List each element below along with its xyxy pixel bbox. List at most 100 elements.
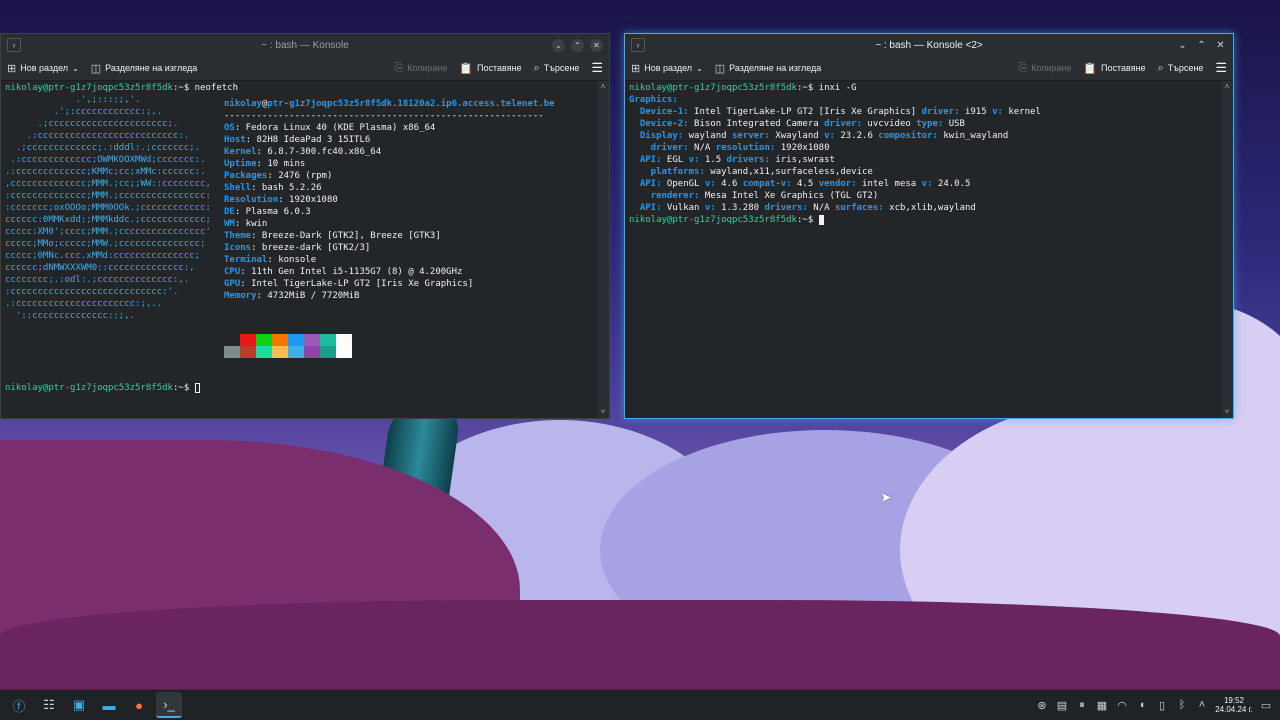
minimize-icon[interactable]: ⌄ bbox=[1176, 39, 1189, 52]
split-view-button[interactable]: ◫ Разделяне на изгледа bbox=[709, 62, 828, 75]
scroll-up-icon[interactable]: ˄ bbox=[1221, 81, 1233, 93]
konsole-window-1[interactable]: › ~ : bash — Konsole ⌄ ⌃ ✕ ⊞ Нов раздел ⌄ … bbox=[0, 33, 610, 419]
prompt-user: nikolay@ptr-g1z7joqpc53z5r8f5dk bbox=[5, 383, 173, 393]
neofetch-logo: :cccccccccccccccccccccccccccc:'. bbox=[5, 287, 201, 297]
digital-clock[interactable]: 19:52 24.04.24 г. bbox=[1214, 696, 1254, 714]
terminal-line: ccccc:XM0';cccc;MMM.;cccccccccccccccc' Th… bbox=[5, 226, 593, 241]
show-desktop-icon[interactable]: ▭ bbox=[1258, 699, 1274, 712]
network-wifi-icon[interactable]: ◠ bbox=[1114, 699, 1130, 712]
inxi-key: API: bbox=[629, 155, 662, 165]
paste-button[interactable]: 📋 Поставяне bbox=[453, 62, 527, 75]
steam-icon[interactable]: ⊛ bbox=[1034, 699, 1050, 712]
color-swatch bbox=[336, 334, 352, 346]
inxi-value: iris,swrast bbox=[769, 155, 835, 165]
search-button[interactable]: ⌕ Търсене bbox=[1152, 62, 1210, 75]
terminal-line: API: EGL v: 1.5 drivers: iris,swrast bbox=[629, 154, 1217, 166]
new-tab-icon: ⊞ bbox=[7, 62, 17, 75]
chevron-down-icon: ⌄ bbox=[696, 63, 703, 73]
minimize-icon[interactable]: ⌄ bbox=[552, 38, 565, 52]
search-icon: ⌕ bbox=[533, 61, 540, 74]
search-button[interactable]: ⌕ Търсене bbox=[528, 62, 586, 75]
inxi-value: USB bbox=[943, 119, 965, 129]
terminal-line: API: OpenGL v: 4.6 compat-v: 4.5 vendor:… bbox=[629, 178, 1217, 190]
inxi-key: drivers: bbox=[764, 203, 808, 213]
neofetch-logo: .;ccccccccccccc;.:dddl:.;ccccccc;. bbox=[5, 143, 201, 153]
inxi-value: EGL bbox=[661, 155, 689, 165]
copy-button[interactable]: ⎘ Копиране bbox=[388, 62, 453, 75]
terminal-output[interactable]: nikolay@ptr-g1z7joqpc53z5r8f5dk:~$ neofe… bbox=[1, 81, 597, 418]
maximize-icon[interactable]: ⌃ bbox=[571, 38, 584, 52]
color-swatch bbox=[256, 334, 272, 346]
discover-icon[interactable]: ▣ bbox=[66, 692, 92, 718]
inxi-key: driver: bbox=[629, 143, 689, 153]
inxi-value: Mesa Intel Xe Graphics (TGL GT2) bbox=[699, 191, 879, 201]
keyboard-layout-flag-icon[interactable]: ▦ bbox=[1094, 699, 1110, 712]
maximize-icon[interactable]: ⌃ bbox=[1195, 39, 1208, 52]
inxi-key: renderer: bbox=[629, 191, 700, 201]
info-value: : 4732MiB / 7720MiB bbox=[256, 291, 360, 301]
inxi-value: OpenGL bbox=[661, 179, 705, 189]
window-titlebar[interactable]: › ~ : bash — Konsole ⌄ ⌃ ✕ bbox=[1, 34, 609, 56]
bluetooth-icon[interactable]: ᛒ bbox=[1174, 699, 1190, 711]
inxi-value: 1920x1080 bbox=[775, 143, 830, 153]
terminal-line: :ccccccc;oxOOOo;MMM0OOk.;cccccccccccc: DE… bbox=[5, 202, 593, 217]
color-swatch bbox=[336, 346, 352, 358]
scrollbar[interactable]: ˄ ˅ bbox=[597, 81, 609, 418]
volume-icon[interactable]: ◖ bbox=[1134, 699, 1150, 711]
scrollbar[interactable]: ˄ ˅ bbox=[1221, 81, 1233, 418]
konsole-window-2[interactable]: › ~ : bash — Konsole <2> ⌄ ⌃ ✕ ⊞ Нов разд… bbox=[624, 33, 1234, 419]
terminal-line: :cccccccccccccccccccccccccccc:'. Memory:… bbox=[5, 286, 593, 301]
wallpaper-ground bbox=[0, 440, 520, 690]
copy-icon: ⎘ bbox=[394, 61, 404, 74]
inxi-value: Vulkan bbox=[661, 203, 705, 213]
window-title: ~ : bash — Konsole <2> bbox=[875, 39, 983, 51]
new-tab-button[interactable]: ⊞ Нов раздел ⌄ bbox=[1, 62, 85, 75]
inxi-key: resolution: bbox=[715, 143, 776, 153]
clipboard-icon[interactable]: ▤ bbox=[1054, 699, 1070, 712]
paste-button[interactable]: 📋 Поставяне bbox=[1077, 62, 1151, 75]
inxi-value: i915 bbox=[959, 107, 993, 117]
inxi-value: 1.5 bbox=[699, 155, 727, 165]
dolphin-icon[interactable]: ▬ bbox=[96, 692, 122, 718]
hamburger-menu-icon[interactable]: ☰ bbox=[1209, 60, 1233, 76]
mouse-pointer-icon: ➤ bbox=[880, 489, 892, 505]
inxi-key: Display: bbox=[629, 131, 684, 141]
inxi-key: Graphics: bbox=[629, 95, 678, 105]
konsole-toolbar: ⊞ Нов раздел ⌄ ◫ Разделяне на изгледа ⎘ Копи… bbox=[625, 56, 1233, 81]
system-settings-icon[interactable]: ☷ bbox=[36, 692, 62, 718]
terminal-output[interactable]: nikolay@ptr-g1z7joqpc53z5r8f5dk:~$ inxi … bbox=[625, 81, 1221, 418]
battery-icon[interactable]: ▯ bbox=[1154, 699, 1170, 712]
inxi-key: v: bbox=[921, 179, 933, 189]
inxi-value: 4.5 bbox=[791, 179, 819, 189]
prompt-user: nikolay@ptr-g1z7joqpc53z5r8f5dk bbox=[629, 83, 797, 93]
close-icon[interactable]: ✕ bbox=[1214, 39, 1227, 52]
terminal-line: ccccc;0MNc.ccc.xMMd:ccccccccccccccc; Term… bbox=[5, 250, 593, 265]
wallpaper-ground bbox=[0, 600, 1280, 690]
prompt-user: nikolay@ptr-g1z7joqpc53z5r8f5dk bbox=[5, 83, 173, 93]
color-swatch bbox=[256, 346, 272, 358]
konsole-icon[interactable]: ›_ bbox=[156, 692, 182, 718]
split-view-button[interactable]: ◫ Разделяне на изгледа bbox=[85, 62, 204, 75]
copy-icon: ⎘ bbox=[1018, 61, 1028, 74]
terminal-line: driver: N/A resolution: 1920x1080 bbox=[629, 142, 1217, 154]
window-titlebar[interactable]: › ~ : bash — Konsole <2> ⌄ ⌃ ✕ bbox=[625, 34, 1233, 56]
text-cursor bbox=[194, 382, 200, 393]
copy-button[interactable]: ⎘ Копиране bbox=[1012, 62, 1077, 75]
inxi-value: kwin_wayland bbox=[937, 131, 1009, 141]
scroll-down-icon[interactable]: ˅ bbox=[597, 406, 609, 418]
color-swatch bbox=[240, 334, 256, 346]
inxi-key: API: bbox=[629, 203, 662, 213]
hamburger-menu-icon[interactable]: ☰ bbox=[585, 60, 609, 76]
terminal-line: .:cccccccccccccccccccccccccc:. Host: 82H… bbox=[5, 130, 593, 145]
fedora-launcher-icon[interactable]: ⓕ bbox=[6, 692, 32, 718]
new-tab-button[interactable]: ⊞ Нов раздел ⌄ bbox=[625, 62, 709, 75]
media-pause-icon[interactable]: ⏸ bbox=[1074, 699, 1090, 712]
scroll-down-icon[interactable]: ˅ bbox=[1221, 406, 1233, 418]
terminal-line: nikolay@ptr-g1z7joqpc53z5r8f5dk:~$ neofe… bbox=[5, 82, 593, 94]
firefox-icon[interactable]: ● bbox=[126, 692, 152, 718]
tray-expand-icon[interactable]: ˄ bbox=[1194, 699, 1210, 711]
split-view-icon: ◫ bbox=[714, 62, 726, 75]
close-icon[interactable]: ✕ bbox=[590, 38, 603, 52]
scroll-up-icon[interactable]: ˄ bbox=[597, 81, 609, 93]
